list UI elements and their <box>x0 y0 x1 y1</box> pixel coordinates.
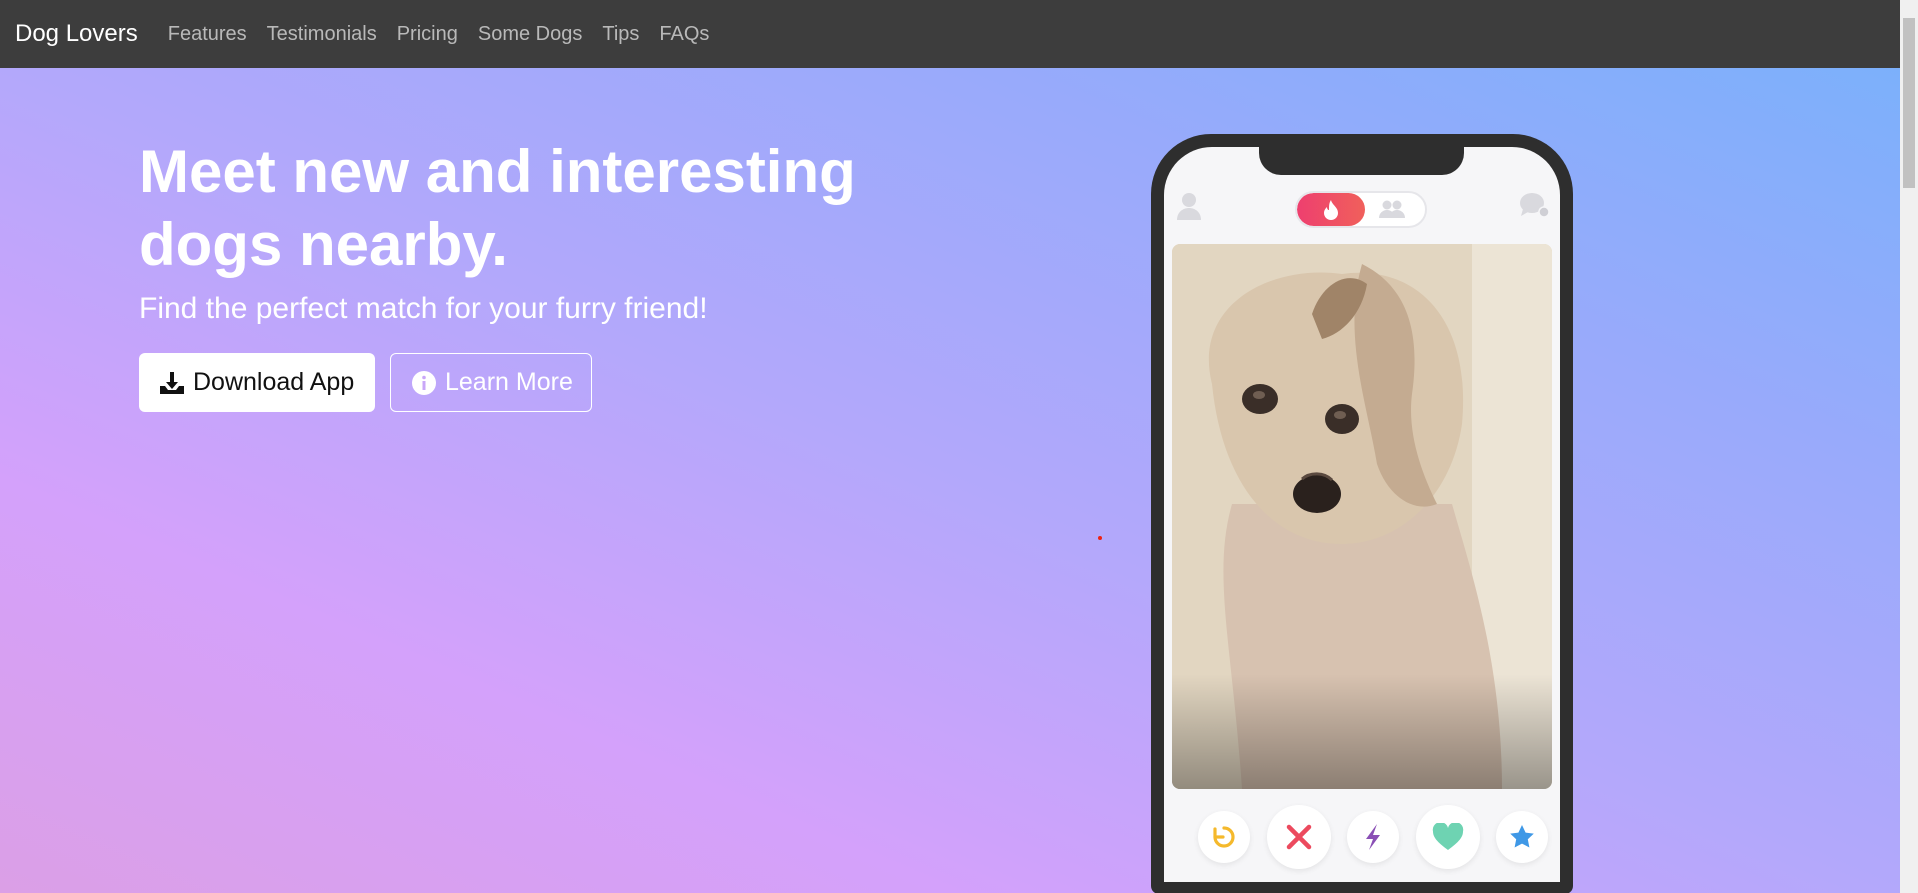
download-icon <box>159 371 185 395</box>
profile-icon[interactable] <box>1174 191 1204 226</box>
info-icon <box>411 370 437 396</box>
nope-icon[interactable] <box>1267 805 1331 869</box>
boost-icon[interactable] <box>1347 811 1399 863</box>
nav-link-some-dogs[interactable]: Some Dogs <box>478 23 583 46</box>
nav-link-pricing[interactable]: Pricing <box>397 23 458 46</box>
download-app-button[interactable]: Download App <box>139 353 375 412</box>
dog-profile-card[interactable] <box>1172 244 1552 789</box>
hero-subheadline: Find the perfect match for your furry fr… <box>139 292 708 325</box>
learn-more-button[interactable]: Learn More <box>390 353 592 412</box>
phone-mockup <box>1151 134 1573 893</box>
nav-link-testimonials[interactable]: Testimonials <box>267 23 377 46</box>
superlike-icon[interactable] <box>1496 811 1548 863</box>
hero-section: Meet new and interesting dogs nearby. Fi… <box>0 68 1900 893</box>
phone-screen <box>1164 147 1560 882</box>
download-app-label: Download App <box>193 368 355 396</box>
rewind-icon[interactable] <box>1198 811 1250 863</box>
hero-headline: Meet new and interesting dogs nearby. <box>139 138 856 278</box>
flame-icon[interactable] <box>1297 193 1365 226</box>
brand-logo[interactable]: Dog Lovers <box>15 20 138 48</box>
page-scrollbar[interactable] <box>1900 0 1918 893</box>
phone-notch <box>1259 147 1464 175</box>
group-icon[interactable] <box>1377 199 1407 224</box>
nav-link-features[interactable]: Features <box>168 23 247 46</box>
scrollbar-thumb[interactable] <box>1903 18 1915 188</box>
chat-icon[interactable] <box>1519 191 1551 226</box>
nav-link-tips[interactable]: Tips <box>602 23 639 46</box>
dog-photo <box>1172 244 1552 789</box>
navbar: Dog Lovers Features Testimonials Pricing… <box>0 0 1900 68</box>
like-icon[interactable] <box>1416 805 1480 869</box>
learn-more-label: Learn More <box>445 368 573 396</box>
nav-link-faqs[interactable]: FAQs <box>659 23 709 46</box>
action-bar <box>1164 803 1560 873</box>
cursor-dot <box>1098 536 1102 540</box>
discovery-toggle[interactable] <box>1295 191 1427 228</box>
